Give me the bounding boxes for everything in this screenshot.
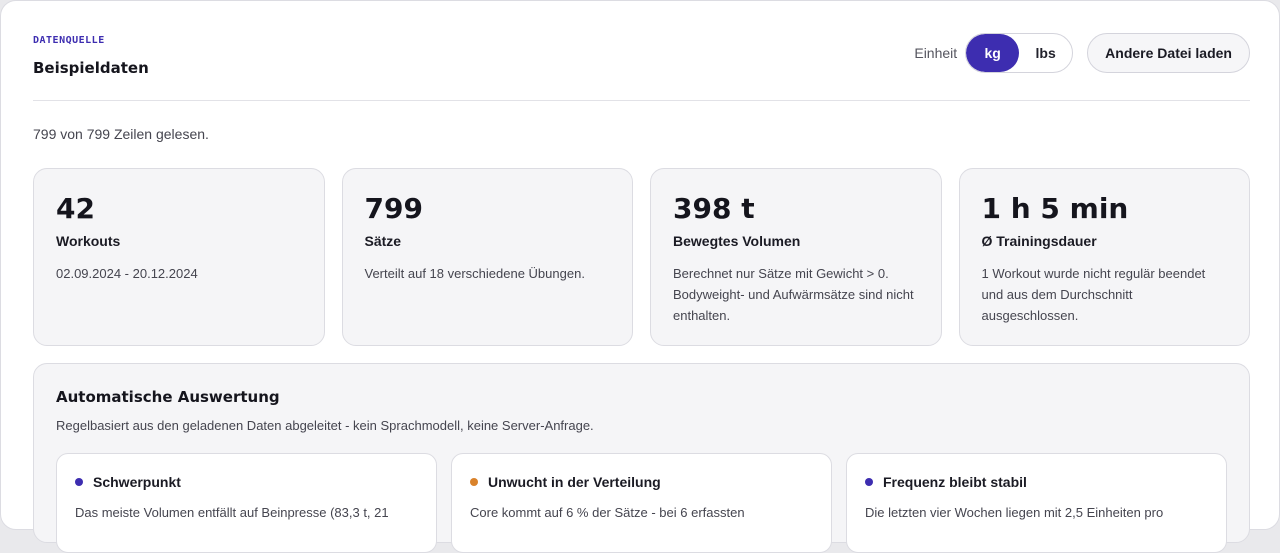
automatic-analysis: Automatische Auswertung Regelbasiert aus… (33, 363, 1250, 553)
stat-desc: Verteilt auf 18 verschiedene Übungen. (364, 266, 585, 281)
data-source-panel: DATENQUELLE Beispieldaten Einheit kg lbs… (0, 0, 1280, 553)
stat-label: Ø Trainingsdauer (981, 233, 1097, 249)
stat-card-workouts: 42 Workouts 02.09.2024 - 20.12.2024 (33, 168, 325, 346)
unit-lbs-button[interactable]: lbs (1019, 34, 1072, 72)
stat-value: 799 (364, 192, 423, 225)
stat-label: Sätze (364, 233, 402, 249)
insight-card-focus: Schwerpunkt Das meiste Volumen entfällt … (56, 453, 437, 553)
stat-label: Workouts (56, 233, 121, 249)
bullet-dot-icon (865, 478, 873, 486)
header: DATENQUELLE Beispieldaten Einheit kg lbs… (33, 33, 1250, 101)
insight-text: Das meiste Volumen entfällt auf Beinpres… (75, 505, 389, 520)
insight-text: Die letzten vier Wochen liegen mit 2,5 E… (865, 505, 1164, 520)
stats-row: 42 Workouts 02.09.2024 - 20.12.2024 799 … (33, 168, 1250, 346)
stat-desc: 02.09.2024 - 20.12.2024 (56, 266, 198, 281)
unit-kg-button[interactable]: kg (966, 34, 1020, 72)
stat-value: 1 h 5 min (981, 192, 1129, 225)
insight-text: Core kommt auf 6 % der Sätze - bei 6 erf… (470, 505, 745, 520)
analysis-subtitle: Regelbasiert aus den geladenen Daten abg… (56, 418, 594, 433)
stat-value: 42 (56, 192, 95, 225)
stat-card-duration: 1 h 5 min Ø Trainingsdauer 1 Workout wur… (958, 168, 1250, 346)
rows-info: 799 von 799 Zeilen gelesen. (33, 126, 209, 142)
stat-card-volume: 398 t Bewegtes Volumen Berechnet nur Sät… (650, 168, 942, 346)
stat-desc: Berechnet nur Sätze mit Gewicht > 0. Bod… (673, 266, 914, 323)
unit-toggle: kg lbs (965, 33, 1074, 73)
analysis-title: Automatische Auswertung (56, 388, 280, 406)
insight-title: Schwerpunkt (93, 474, 181, 490)
load-other-file-button[interactable]: Andere Datei laden (1087, 33, 1250, 73)
insight-card-frequency: Frequenz bleibt stabil Die letzten vier … (846, 453, 1227, 553)
stat-desc: 1 Workout wurde nicht regulär beendet un… (981, 266, 1206, 323)
unit-label: Einheit (914, 45, 958, 61)
stat-value: 398 t (673, 192, 755, 225)
bullet-dot-icon (75, 478, 83, 486)
source-label: DATENQUELLE (33, 35, 105, 46)
insight-head: Schwerpunkt (75, 474, 418, 490)
insights-row: Schwerpunkt Das meiste Volumen entfällt … (56, 453, 1227, 553)
insight-title: Unwucht in der Verteilung (488, 474, 661, 490)
insight-card-imbalance: Unwucht in der Verteilung Core kommt auf… (451, 453, 832, 553)
header-controls: Einheit kg lbs Andere Datei laden (914, 33, 1250, 73)
insight-title: Frequenz bleibt stabil (883, 474, 1027, 490)
insight-head: Unwucht in der Verteilung (470, 474, 813, 490)
insight-head: Frequenz bleibt stabil (865, 474, 1208, 490)
stat-card-sets: 799 Sätze Verteilt auf 18 verschiedene Ü… (341, 168, 633, 346)
stat-label: Bewegtes Volumen (673, 233, 801, 249)
source-name: Beispieldaten (33, 59, 149, 77)
bullet-dot-icon (470, 478, 478, 486)
